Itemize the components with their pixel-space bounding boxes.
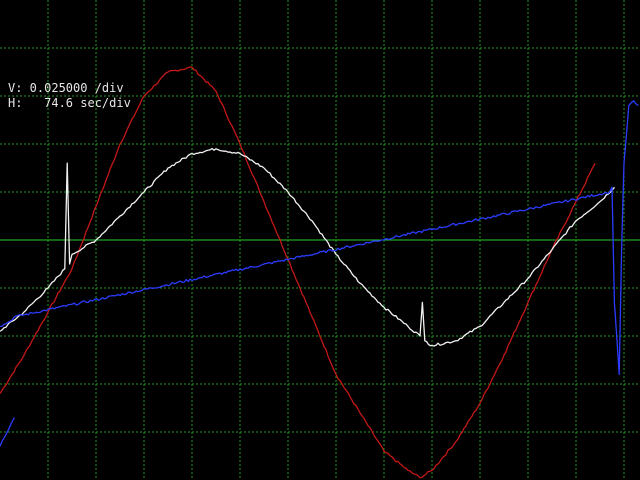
- vertical-scale-readout: V: 0.025000 /div: [8, 81, 124, 95]
- horizontal-scale-readout: H: 74.6 sec/div: [8, 96, 131, 110]
- oscilloscope-display: [0, 0, 640, 480]
